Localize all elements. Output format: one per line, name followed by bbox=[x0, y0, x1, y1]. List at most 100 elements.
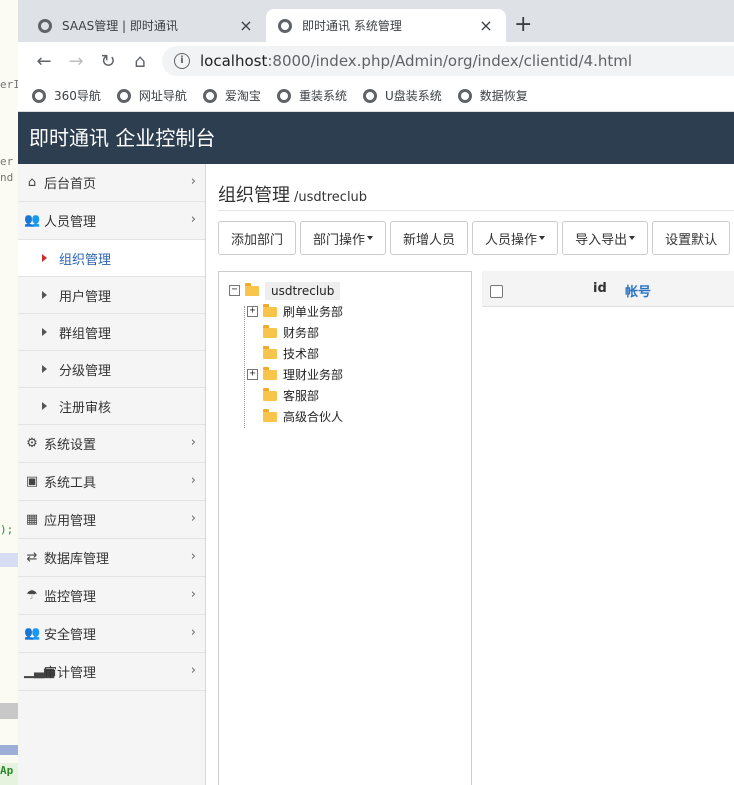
chevron-right-icon: › bbox=[190, 473, 196, 488]
sidebar-item-home[interactable]: ⌂ 后台首页 › bbox=[18, 164, 205, 202]
page-subtitle: /usdtreclub bbox=[294, 190, 368, 205]
grid-icon: ▦ bbox=[25, 512, 39, 527]
retweet-icon: ⇄ bbox=[26, 550, 38, 565]
tree-node[interactable]: + 理财业务部 bbox=[229, 364, 734, 385]
forward-icon[interactable]: → bbox=[60, 51, 92, 72]
editor-console-line: Ap bbox=[0, 763, 18, 785]
tree-node-label: 技术部 bbox=[283, 347, 320, 361]
caret-down-icon bbox=[367, 236, 374, 240]
add-department-button[interactable]: 添加部门 bbox=[218, 221, 297, 255]
tree-node-label: 财务部 bbox=[283, 326, 320, 340]
expand-icon[interactable]: + bbox=[247, 306, 258, 317]
select-all-checkbox[interactable] bbox=[490, 285, 503, 298]
tree-node[interactable]: 技术部 bbox=[229, 343, 734, 364]
collapse-icon[interactable]: − bbox=[229, 285, 240, 296]
tab-title: SAAS管理 | 即时通讯 bbox=[62, 19, 178, 33]
tab-system-admin[interactable]: 即时通讯 系统管理 × bbox=[266, 9, 506, 42]
address-bar[interactable]: i localhost:8000/index.php/Admin/org/ind… bbox=[162, 46, 734, 76]
chevron-right-icon: › bbox=[190, 549, 196, 564]
page-title: 组织管理/usdtreclub bbox=[218, 185, 368, 206]
main-content: 组织管理/usdtreclub 添加部门 部门操作 新增人员 人员操作 导入导出… bbox=[206, 164, 734, 785]
info-icon[interactable]: i bbox=[174, 53, 190, 69]
sidebar-item-tools[interactable]: ▣ 系统工具 › bbox=[18, 463, 205, 501]
add-person-button[interactable]: 新增人员 bbox=[390, 221, 469, 255]
bookmark-item[interactable]: 数据恢复 bbox=[457, 87, 528, 104]
tree-node[interactable]: 客服部 bbox=[229, 385, 734, 406]
url-host: localhost bbox=[200, 52, 268, 70]
folder-icon bbox=[263, 387, 277, 401]
chevron-right-icon: › bbox=[190, 435, 196, 450]
signal-icon: ▁▃▅ bbox=[24, 664, 54, 679]
editor-code-line: ); bbox=[0, 523, 14, 536]
sidebar-item-security[interactable]: 👥 安全管理 › bbox=[18, 615, 205, 653]
folder-icon bbox=[263, 324, 277, 338]
user-table-header: id 帐号 bbox=[482, 271, 734, 307]
reload-icon[interactable]: ↻ bbox=[92, 51, 124, 72]
tree-node-label: 客服部 bbox=[283, 389, 320, 403]
sidebar-item-audit[interactable]: ▁▃▅ 审计管理 › bbox=[18, 653, 205, 691]
caret-right-icon bbox=[42, 402, 47, 410]
sidebar-subitem-groups[interactable]: 群组管理 bbox=[18, 314, 205, 351]
editor-code-line: nd bbox=[0, 171, 14, 184]
sidebar-subitem-users[interactable]: 用户管理 bbox=[18, 277, 205, 314]
action-toolbar: 添加部门 部门操作 新增人员 人员操作 导入导出 设置默认 bbox=[218, 221, 734, 255]
column-header-id[interactable]: id bbox=[593, 281, 607, 296]
tree-node[interactable]: 财务部 bbox=[229, 322, 734, 343]
close-icon[interactable]: × bbox=[478, 16, 494, 35]
caret-right-icon bbox=[42, 291, 47, 299]
import-export-dropdown[interactable]: 导入导出 bbox=[562, 221, 649, 255]
home-icon[interactable]: ⌂ bbox=[124, 51, 156, 72]
caret-down-icon bbox=[629, 236, 636, 240]
sidebar-subitem-registration[interactable]: 注册审核 bbox=[18, 388, 205, 425]
tree-node-label: 刷单业务部 bbox=[283, 305, 344, 319]
editor-band bbox=[0, 703, 18, 719]
bookmark-item[interactable]: 爱淘宝 bbox=[202, 87, 261, 104]
chevron-right-icon: › bbox=[190, 587, 196, 602]
gears-icon: ⚙ bbox=[26, 436, 38, 451]
set-default-button[interactable]: 设置默认 bbox=[652, 221, 731, 255]
browser-window: SAAS管理 | 即时通讯 × 即时通讯 系统管理 × + ← → ↻ ⌂ i … bbox=[18, 0, 734, 785]
sidebar-subitem-org[interactable]: 组织管理 bbox=[18, 240, 205, 277]
umbrella-icon: ☂ bbox=[26, 588, 38, 603]
back-icon[interactable]: ← bbox=[28, 51, 60, 72]
caret-right-icon bbox=[42, 328, 47, 336]
person-ops-dropdown[interactable]: 人员操作 bbox=[472, 221, 559, 255]
expand-icon[interactable]: + bbox=[247, 369, 258, 380]
close-icon[interactable]: × bbox=[238, 16, 254, 35]
background-editor-strip: erI er nd ); Ap bbox=[0, 0, 18, 785]
url-path: :8000/index.php/Admin/org/index/clientid… bbox=[267, 52, 633, 70]
tree-node-label: 理财业务部 bbox=[283, 368, 344, 382]
tree-node-label: 高级合伙人 bbox=[283, 410, 344, 424]
tab-saas[interactable]: SAAS管理 | 即时通讯 × bbox=[26, 9, 266, 42]
globe-icon bbox=[276, 88, 291, 103]
bookmark-item[interactable]: 重装系统 bbox=[276, 87, 347, 104]
bookmark-item[interactable]: U盘装系统 bbox=[362, 87, 442, 104]
folder-icon bbox=[263, 366, 277, 380]
editor-code-line: er bbox=[0, 155, 14, 168]
chevron-right-icon: › bbox=[190, 663, 196, 678]
globe-icon bbox=[202, 88, 217, 103]
folder-icon bbox=[263, 303, 277, 317]
editor-code-line: erI bbox=[0, 78, 18, 91]
bookmark-item[interactable]: 360导航 bbox=[32, 87, 101, 104]
sidebar-item-apps[interactable]: ▦ 应用管理 › bbox=[18, 501, 205, 539]
sidebar-item-monitor[interactable]: ☂ 监控管理 › bbox=[18, 577, 205, 615]
sidebar-item-database[interactable]: ⇄ 数据库管理 › bbox=[18, 539, 205, 577]
department-ops-dropdown[interactable]: 部门操作 bbox=[300, 221, 387, 255]
tree-node-label: usdtreclub bbox=[265, 281, 341, 300]
tree-node[interactable]: 高级合伙人 bbox=[229, 406, 734, 427]
chevron-right-icon: › bbox=[190, 212, 196, 227]
sidebar-subitem-levels[interactable]: 分级管理 bbox=[18, 351, 205, 388]
bookmarks-bar: 360导航 网址导航 爱淘宝 重装系统 U盘装系统 数据恢复 bbox=[18, 80, 734, 112]
divider bbox=[218, 210, 734, 211]
chevron-right-icon: › bbox=[190, 511, 196, 526]
new-tab-button[interactable]: + bbox=[514, 12, 532, 37]
caret-right-icon bbox=[42, 365, 47, 373]
column-header-account[interactable]: 帐号 bbox=[625, 281, 651, 300]
bookmark-item[interactable]: 网址导航 bbox=[116, 87, 187, 104]
browser-toolbar: ← → ↻ ⌂ i localhost:8000/index.php/Admin… bbox=[18, 42, 734, 80]
sidebar-item-settings[interactable]: ⚙ 系统设置 › bbox=[18, 425, 205, 463]
globe-icon bbox=[38, 18, 52, 33]
sidebar-item-personnel[interactable]: 👥 人员管理 › bbox=[18, 202, 205, 240]
home-icon: ⌂ bbox=[27, 175, 37, 190]
